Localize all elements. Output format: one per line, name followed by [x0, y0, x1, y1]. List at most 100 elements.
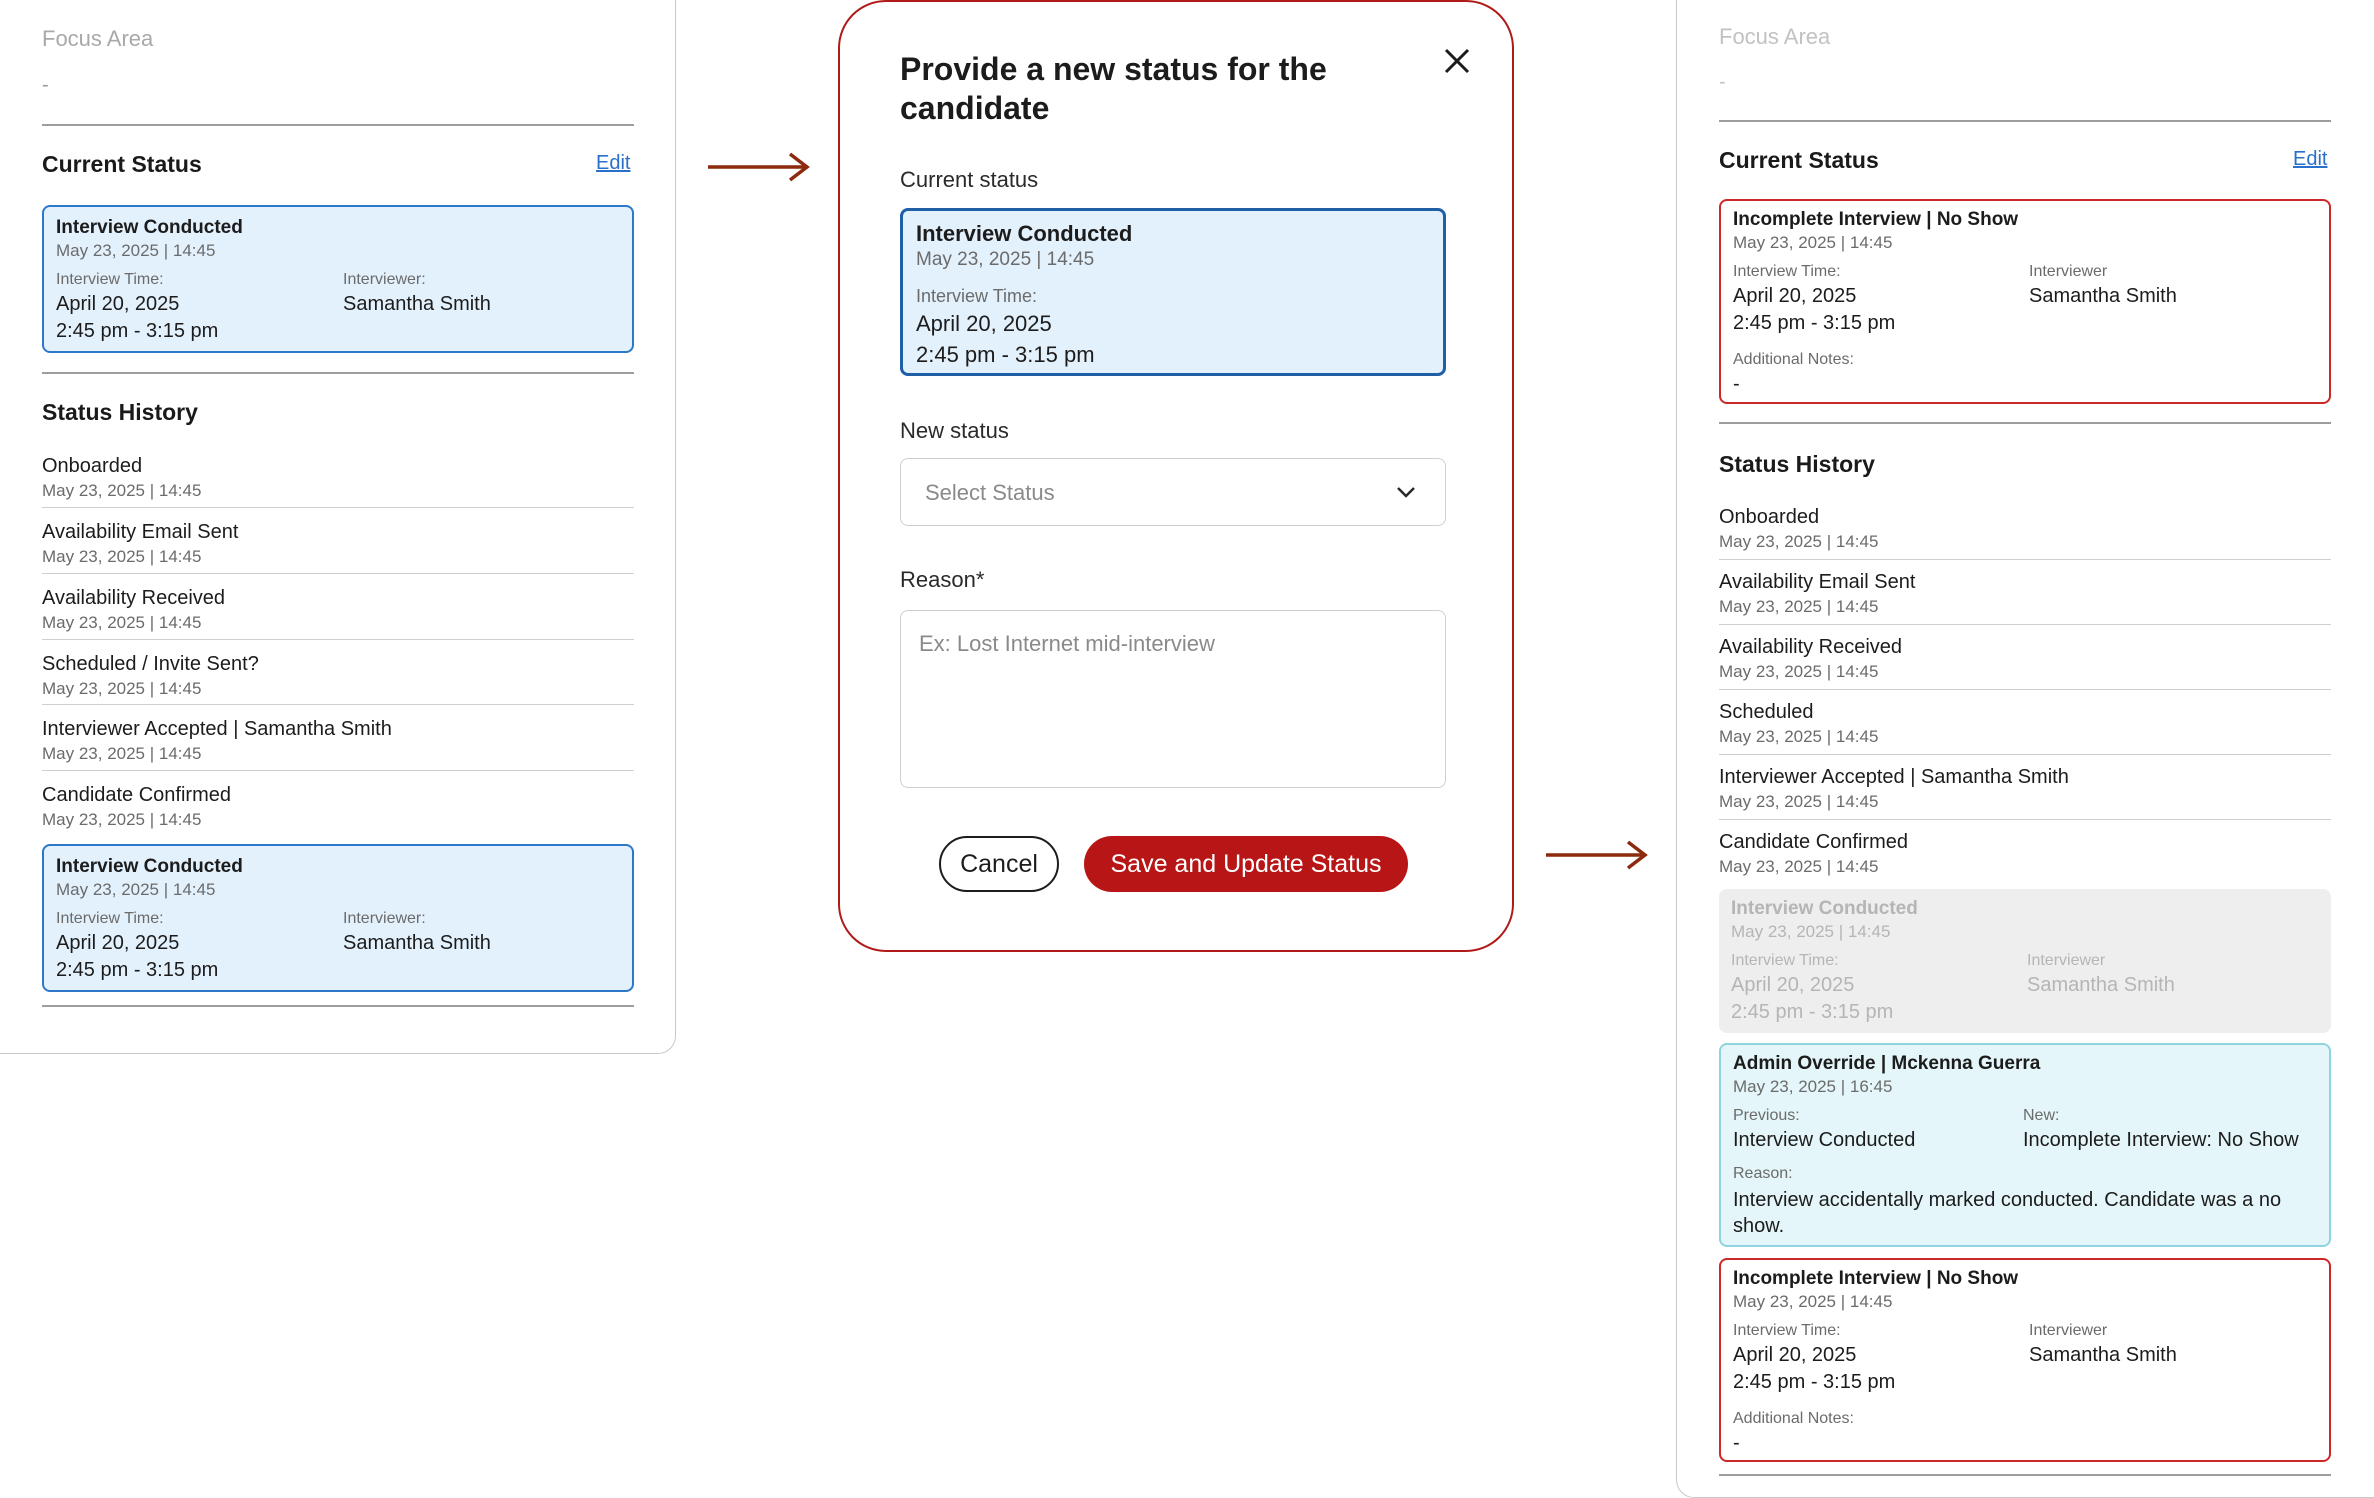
modal-title: Provide a new status for the candidate — [900, 51, 1327, 126]
history-card-superseded: Interview Conducted May 23, 2025 | 14:45… — [1719, 889, 2331, 1033]
list-item: Onboarded May 23, 2025 | 14:45 — [42, 455, 634, 509]
divider — [1719, 819, 2331, 820]
new-status: Incomplete Interview: No Show — [2023, 1129, 2299, 1151]
divider — [42, 1005, 634, 1007]
list-item: Availability Email Sent May 23, 2025 | 1… — [1719, 571, 2331, 623]
divider — [1719, 689, 2331, 690]
previous-label: Previous: — [1733, 1107, 1800, 1124]
select-placeholder: Select Status — [925, 480, 1055, 505]
divider — [42, 704, 634, 705]
card-timestamp: May 23, 2025 | 14:45 — [56, 880, 216, 899]
status-select[interactable]: Select Status — [900, 458, 1446, 526]
reason-textarea[interactable]: Ex: Lost Internet mid-interview — [900, 610, 1446, 788]
current-status-card: Incomplete Interview | No Show May 23, 2… — [1719, 199, 2331, 404]
current-status-title: Current Status — [42, 151, 202, 177]
close-icon[interactable] — [1444, 48, 1470, 74]
right-status-panel: Focus Area - Current Status Edit Incompl… — [1676, 0, 2374, 1498]
history-date: May 23, 2025 | 14:45 — [1719, 727, 1879, 746]
history-date: May 23, 2025 | 14:45 — [42, 481, 202, 500]
divider — [42, 124, 634, 126]
interview-time-label: Interview Time: — [916, 286, 1038, 306]
chevron-down-icon — [1397, 487, 1415, 498]
divider — [42, 372, 634, 374]
new-status-modal: Provide a new status for the candidate C… — [838, 0, 1514, 952]
list-item: Candidate Confirmed May 23, 2025 | 14:45 — [42, 784, 634, 838]
divider — [1719, 559, 2331, 560]
history-date: May 23, 2025 | 14:45 — [1719, 662, 1879, 681]
list-item: Candidate Confirmed May 23, 2025 | 14:45 — [1719, 831, 2331, 883]
divider — [1719, 754, 2331, 755]
card-title: Incomplete Interview | No Show — [1733, 209, 2019, 230]
focus-area-value: - — [42, 74, 49, 96]
history-name: Availability Email Sent — [42, 521, 239, 543]
card-title: Admin Override | Mckenna Guerra — [1733, 1053, 2041, 1074]
interview-time: 2:45 pm - 3:15 pm — [1733, 1371, 1896, 1393]
interview-time: 2:45 pm - 3:15 pm — [916, 342, 1095, 367]
history-name: Availability Email Sent — [1719, 571, 1916, 593]
history-name: Candidate Confirmed — [1719, 831, 1908, 853]
edit-status-link[interactable]: Edit — [2293, 148, 2327, 171]
focus-area-value: - — [1719, 71, 1726, 93]
interviewer-name: Samantha Smith — [343, 293, 491, 315]
history-name: Interviewer Accepted | Samantha Smith — [1719, 766, 2069, 788]
card-title: Interview Conducted — [56, 856, 243, 877]
interviewer-label: Interviewer — [2029, 1322, 2108, 1339]
notes-value: - — [1733, 373, 1740, 395]
interview-date: April 20, 2025 — [56, 293, 180, 315]
interview-time: 2:45 pm - 3:15 pm — [1733, 312, 1896, 334]
history-name: Onboarded — [42, 455, 143, 477]
divider — [42, 573, 634, 574]
notes-label: Additional Notes: — [1733, 1410, 1854, 1427]
history-name: Interviewer Accepted | Samantha Smith — [42, 718, 392, 740]
current-status-title: Current Status — [1719, 147, 1879, 173]
list-item: Scheduled May 23, 2025 | 14:45 — [1719, 701, 2331, 753]
interviewer-label: Interviewer: — [343, 910, 426, 927]
current-status-label: Current status — [900, 167, 1039, 192]
interview-date: April 20, 2025 — [1733, 1344, 1857, 1366]
list-item: Availability Received May 23, 2025 | 14:… — [1719, 636, 2331, 688]
divider — [42, 507, 634, 508]
list-item: Availability Email Sent May 23, 2025 | 1… — [42, 521, 634, 575]
card-timestamp: May 23, 2025 | 14:45 — [1733, 233, 1893, 252]
edit-status-link[interactable]: Edit — [596, 152, 630, 175]
history-date: May 23, 2025 | 14:45 — [42, 679, 202, 698]
divider — [1719, 422, 2331, 424]
interviewer-name: Samantha Smith — [2027, 974, 2175, 996]
list-item: Availability Received May 23, 2025 | 14:… — [42, 587, 634, 641]
cancel-button[interactable]: Cancel — [939, 836, 1059, 892]
history-date: May 23, 2025 | 14:45 — [42, 613, 202, 632]
card-title: Interview Conducted — [56, 217, 243, 238]
divider — [1719, 624, 2331, 625]
status-history-title: Status History — [1719, 451, 1875, 477]
previous-status: Interview Conducted — [1733, 1129, 1916, 1151]
modal-current-status-card: Interview Conducted May 23, 2025 | 14:45… — [900, 208, 1446, 376]
history-card-interview-conducted: Interview Conducted May 23, 2025 | 14:45… — [42, 844, 634, 992]
current-status-card: Interview Conducted May 23, 2025 | 14:45… — [42, 205, 634, 353]
divider — [42, 770, 634, 771]
notes-label: Additional Notes: — [1733, 351, 1854, 368]
reason-text: Interview accidentally marked conducted.… — [1733, 1189, 2282, 1237]
interviewer-label: Interviewer — [2029, 263, 2108, 280]
list-item: Interviewer Accepted | Samantha Smith Ma… — [42, 718, 634, 772]
history-name: Scheduled / Invite Sent? — [42, 653, 259, 675]
list-item: Interviewer Accepted | Samantha Smith Ma… — [1719, 766, 2331, 818]
interview-date: April 20, 2025 — [1731, 974, 1855, 996]
save-update-status-button[interactable]: Save and Update Status — [1084, 836, 1408, 892]
history-name: Availability Received — [42, 587, 226, 609]
card-timestamp: May 23, 2025 | 14:45 — [916, 249, 1095, 270]
reason-label: Reason* — [900, 567, 985, 592]
arrow-right-icon — [708, 152, 810, 182]
history-date: May 23, 2025 | 14:45 — [1719, 532, 1879, 551]
left-status-panel: Focus Area - Current Status Edit Intervi… — [0, 0, 676, 1054]
card-title: Interview Conducted — [1731, 898, 1918, 919]
history-name: Availability Received — [1719, 636, 1903, 658]
interviewer-name: Samantha Smith — [343, 932, 491, 954]
card-timestamp: May 23, 2025 | 14:45 — [1733, 1292, 1893, 1311]
card-title: Incomplete Interview | No Show — [1733, 1268, 2019, 1289]
notes-value: - — [1733, 1432, 1740, 1454]
divider — [1719, 120, 2331, 122]
interview-time-label: Interview Time: — [1731, 952, 1839, 969]
status-history-title: Status History — [42, 399, 198, 425]
interview-date: April 20, 2025 — [916, 311, 1052, 336]
focus-area-label: Focus Area — [42, 26, 154, 51]
